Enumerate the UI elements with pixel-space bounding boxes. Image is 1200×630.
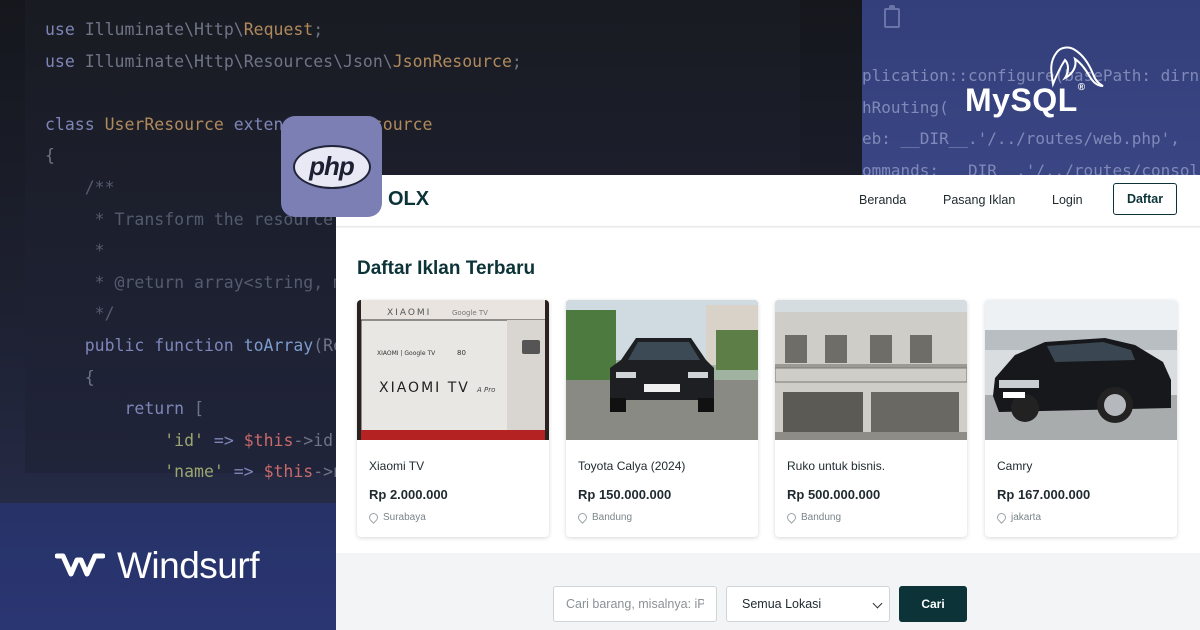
code-line: class UserResource extends JsonResource	[45, 114, 432, 134]
listing-location-text: Surabaya	[383, 512, 426, 523]
windsurf-logo: Windsurf	[55, 545, 259, 586]
chevron-down-icon	[872, 598, 883, 609]
svg-text:XIAOMI | Google TV: XIAOMI | Google TV	[377, 350, 436, 357]
register-button[interactable]: Daftar	[1113, 183, 1177, 215]
listing-location-text: Bandung	[592, 512, 633, 523]
registered-icon: ®	[1077, 82, 1086, 93]
listing-price: Rp 2.000.000	[369, 487, 448, 502]
php-logo-text: php	[309, 151, 355, 181]
mysql-wordmark-my: My	[965, 82, 1011, 118]
mysql-wordmark: MySQL®	[965, 82, 1086, 119]
listing-location: Bandung	[785, 511, 842, 524]
mysql-logo: MySQL®	[965, 44, 1115, 119]
listing-location: Surabaya	[367, 511, 426, 524]
listing-price: Rp 500.000.000	[787, 487, 881, 502]
listings-section: Daftar Iklan Terbaru XIAOMI Google TV XI…	[336, 228, 1200, 553]
listing-image-tv: XIAOMI Google TV XIAOMI | Google TV XIAO…	[357, 300, 549, 440]
listing-title: Camry	[997, 459, 1033, 473]
listing-location-text: Bandung	[801, 512, 842, 523]
listing-image-building	[775, 300, 967, 440]
search-button[interactable]: Cari	[899, 586, 967, 622]
svg-text:XIAOMI: XIAOMI	[387, 308, 431, 318]
location-select[interactable]: Semua Lokasi	[726, 586, 890, 622]
code-line: ommands: __DIR__.'/../routes/console.php…	[862, 160, 1200, 176]
search-bar: Semua Lokasi Cari	[336, 553, 1200, 630]
code-line: eb: __DIR__.'/../routes/web.php',	[862, 129, 1180, 148]
svg-text:80: 80	[457, 349, 466, 357]
code-line: use Illuminate\Http\Request;	[45, 20, 324, 39]
location-pin-icon	[785, 511, 798, 524]
listing-card[interactable]: Toyota Calya (2024) Rp 150.000.000 Bandu…	[566, 300, 758, 537]
windsurf-wordmark: Windsurf	[117, 545, 259, 586]
listing-location: jakarta	[995, 511, 1042, 524]
section-title: Daftar Iklan Terbaru	[357, 258, 536, 279]
listing-image-sedan	[985, 300, 1177, 440]
location-select-value: Semua Lokasi	[742, 597, 822, 611]
listing-card[interactable]: Ruko untuk bisnis. Rp 500.000.000 Bandun…	[775, 300, 967, 537]
listing-card[interactable]: XIAOMI Google TV XIAOMI | Google TV XIAO…	[357, 300, 549, 537]
location-pin-icon	[576, 511, 589, 524]
mysql-wordmark-sql: SQL	[1010, 82, 1078, 118]
nav-post-ad-link[interactable]: Pasang Iklan	[943, 193, 1015, 207]
windsurf-icon	[55, 553, 105, 577]
svg-text:Google TV: Google TV	[452, 309, 488, 317]
listing-price: Rp 150.000.000	[578, 487, 672, 502]
search-input[interactable]	[553, 586, 717, 622]
php-logo: php	[281, 116, 382, 217]
listing-title: Toyota Calya (2024)	[578, 459, 686, 473]
listing-title: Xiaomi TV	[369, 459, 425, 473]
nav-login-link[interactable]: Login	[1052, 193, 1083, 207]
location-pin-icon	[995, 511, 1008, 524]
listing-location-text: jakarta	[1011, 512, 1042, 523]
location-pin-icon	[367, 511, 380, 524]
code-line: {	[45, 146, 55, 166]
brand-logo[interactable]: OLX	[388, 188, 429, 211]
olx-app-window: OLX Beranda Pasang Iklan Login Daftar Da…	[336, 175, 1200, 630]
svg-text:A Pro: A Pro	[476, 386, 495, 394]
listing-card[interactable]: Camry Rp 167.000.000 jakarta	[985, 300, 1177, 537]
navbar: OLX Beranda Pasang Iklan Login Daftar	[336, 175, 1200, 227]
listing-location: Bandung	[576, 511, 633, 524]
php-logo-ellipse: php	[292, 144, 371, 189]
listing-title: Ruko untuk bisnis.	[787, 459, 886, 473]
svg-text:XIAOMI TV: XIAOMI TV	[379, 380, 470, 396]
listing-image-car	[566, 300, 758, 440]
listing-price: Rp 167.000.000	[997, 487, 1091, 502]
clipboard-icon	[884, 5, 900, 28]
nav-home-link[interactable]: Beranda	[859, 193, 906, 207]
code-line: use Illuminate\Http\Resources\Json\JsonR…	[45, 51, 522, 71]
